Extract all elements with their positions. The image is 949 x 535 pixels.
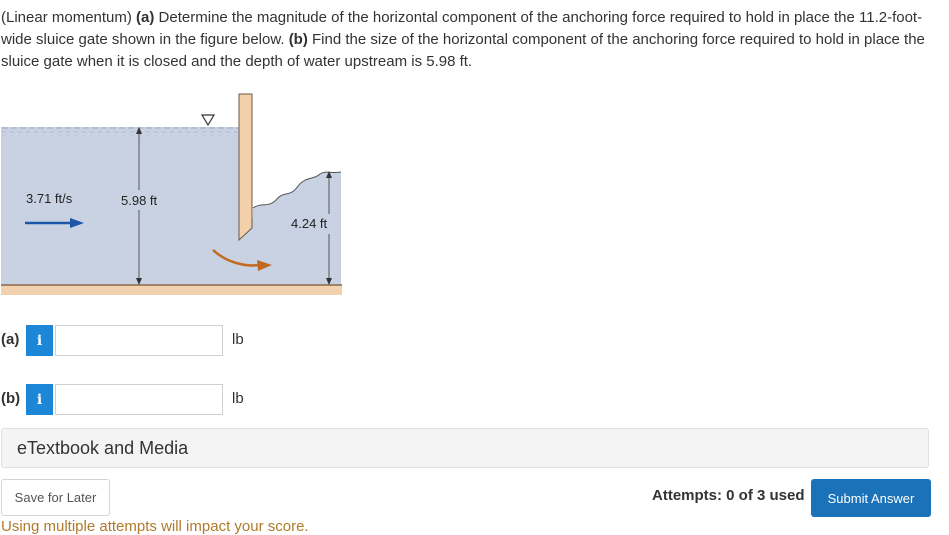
save-for-later-button[interactable]: Save for Later (1, 479, 110, 516)
channel-bed (1, 285, 342, 295)
answer-b-unit: lb (232, 390, 244, 407)
answer-b-label: (b) (1, 390, 21, 407)
free-surface-marker-icon (200, 114, 216, 127)
sluice-gate (238, 93, 253, 242)
velocity-label: 3.71 ft/s (26, 191, 73, 206)
question-text: (Linear momentum) (a) Determine the magn… (1, 7, 931, 73)
answer-a-unit: lb (232, 331, 244, 348)
answer-a-label: (a) (1, 331, 20, 348)
sluice-gate-figure: 5.98 ft 4.24 ft 3.71 ft/s (1, 93, 342, 295)
info-icon[interactable]: i (26, 384, 53, 415)
part-a-tag: (a) (136, 9, 155, 26)
upstream-depth-label: 5.98 ft (121, 193, 158, 208)
part-b-tag: (b) (288, 31, 308, 48)
attempts-warning: Using multiple attempts will impact your… (1, 518, 309, 535)
attempts-counter: Attempts: 0 of 3 used (652, 487, 805, 504)
submit-answer-button[interactable]: Submit Answer (811, 479, 931, 517)
answer-b-input[interactable] (55, 384, 223, 415)
question-part-1: (Linear momentum) (1, 9, 137, 26)
etextbook-media-label: eTextbook and Media (17, 438, 189, 458)
answer-a-input[interactable] (55, 325, 223, 356)
info-icon[interactable]: i (26, 325, 53, 356)
downstream-depth-label: 4.24 ft (291, 216, 328, 231)
etextbook-media-panel[interactable]: eTextbook and Media (1, 428, 929, 468)
